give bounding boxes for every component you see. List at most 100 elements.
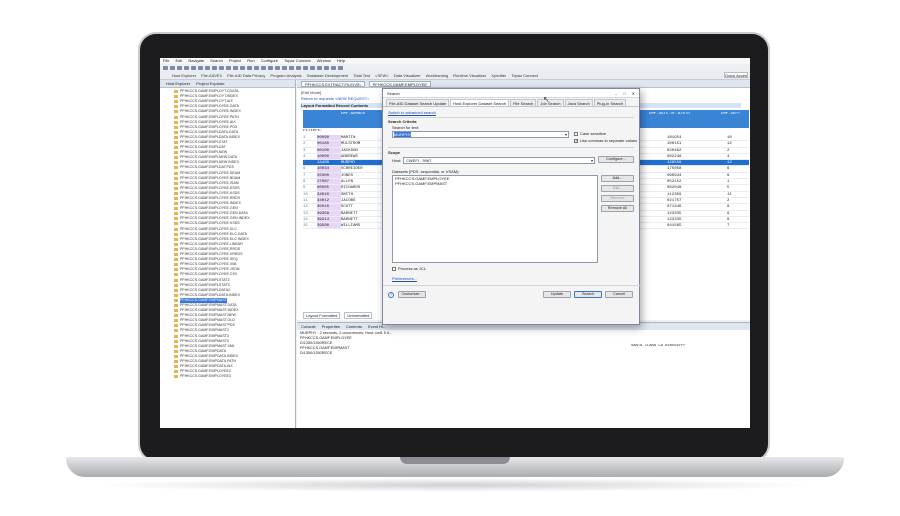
column-header[interactable]: EMP-NUMBER <box>341 112 365 117</box>
column-header[interactable]: EMP-DATE-OF-BIRTH <box>649 112 690 117</box>
add-button[interactable]: Add... <box>601 175 634 182</box>
toolbar-tool-icon[interactable] <box>226 65 231 70</box>
dataset-icon <box>174 370 178 374</box>
console-tab[interactable]: Contents <box>346 324 362 329</box>
table-cell: 062248 <box>667 154 682 159</box>
chevron-down-icon[interactable]: ▾ <box>565 132 567 137</box>
perspective-tab[interactable]: Workframing <box>426 73 449 78</box>
minimize-icon[interactable]: – <box>615 91 617 96</box>
toolbar-tool-icon[interactable] <box>338 65 343 70</box>
case-sensitive-checkbox[interactable] <box>574 132 578 136</box>
toolbar-tool-icon[interactable] <box>198 65 203 70</box>
configure-button[interactable]: Configure... <box>598 156 634 163</box>
process-jcl-checkbox[interactable] <box>392 267 396 271</box>
table-cell: BARNETT <box>341 217 358 222</box>
table-cell: 082048 <box>667 186 682 191</box>
left-tab[interactable]: Project Explorer <box>196 81 224 86</box>
toolbar-tool-icon[interactable] <box>324 65 329 70</box>
table-cell: 8 <box>727 205 730 210</box>
table-cell: WILLIAMS <box>341 224 361 229</box>
perspective-tab[interactable]: Runtime Visualizer <box>453 73 486 78</box>
dialog-tab[interactable]: File Search <box>510 99 537 106</box>
help-icon[interactable]: ? <box>388 292 394 298</box>
search-button[interactable]: Search <box>574 291 602 298</box>
toolbar-tool-icon[interactable] <box>191 65 196 70</box>
table-cell: 071346 <box>667 205 682 210</box>
toolbar-tool-icon[interactable] <box>275 65 280 70</box>
toolbar-tool-icon[interactable] <box>331 65 336 70</box>
toolbar-tool-icon[interactable] <box>289 65 294 70</box>
return-link[interactable]: Return to requests <NEW REQUEST> <box>301 96 369 101</box>
dataset-icon <box>174 212 178 216</box>
toolbar-tool-icon[interactable] <box>184 65 189 70</box>
customize-button[interactable]: Customize... <box>398 291 426 298</box>
toolbar-tool-icon[interactable] <box>163 65 168 70</box>
perspective-tab[interactable]: Database Development <box>307 73 349 78</box>
dialog-tab[interactable]: Job Search <box>537 99 564 106</box>
perspective-tab[interactable]: Data Visualizer <box>394 73 421 78</box>
dataset-icon <box>174 110 178 114</box>
editor-tab[interactable]: PFHKCCS.GAMF.EMPLOYEE <box>368 80 432 87</box>
dialog-tab[interactable]: File-AID Dataset Search Update <box>386 99 450 106</box>
toolbar-tool-icon[interactable] <box>219 65 224 70</box>
toolbar-tool-icon[interactable] <box>233 65 238 70</box>
table-cell: 126559 <box>667 161 682 166</box>
toolbar-tool-icon[interactable] <box>268 65 273 70</box>
dataset-icon <box>174 227 178 231</box>
toolbar-tool-icon[interactable] <box>254 65 259 70</box>
editor-tab[interactable]: PFHKCCS.EXTRACT.FILE(V5) <box>301 80 365 87</box>
toolbar-tool-icon[interactable] <box>261 65 266 70</box>
perspective-tab[interactable]: Xpediter <box>491 73 506 78</box>
toolbar-tool-icon[interactable] <box>247 65 252 70</box>
host-select[interactable]: CWEFI - 5967 ▾ <box>403 157 595 164</box>
table-cell: 00090 <box>317 135 341 141</box>
editor-bottom-tab[interactable]: Layout Formatted <box>303 312 341 319</box>
perspective-tab[interactable]: File-AID/EX <box>201 73 222 78</box>
toolbar-tool-icon[interactable] <box>296 65 301 70</box>
editor-bottom-tab[interactable]: Unformatted <box>344 312 373 319</box>
use-commas-checkbox[interactable] <box>574 138 578 143</box>
laptop-notch <box>400 457 510 464</box>
perspective-tab[interactable]: Topaz Connect <box>511 73 538 78</box>
remove-button[interactable]: Remove <box>601 195 634 202</box>
toolbar-tool-icon[interactable] <box>282 65 287 70</box>
toolbar-tool-icon[interactable] <box>177 65 182 70</box>
dialog-tab[interactable]: Java Search <box>564 99 593 106</box>
datasets-list[interactable]: PFHKCCS.GAMF.EMPLOYEE PFHKCCS.GAMF.EMPMAS… <box>392 175 598 263</box>
chevron-down-icon[interactable]: ▾ <box>591 158 593 163</box>
update-button[interactable]: Update <box>543 291 571 298</box>
toolbar-tool-icon[interactable] <box>240 65 245 70</box>
perspective-tab[interactable]: <SFW> <box>375 73 389 78</box>
perspective-tab[interactable]: Host Explorer <box>172 73 196 78</box>
dataset-icon <box>174 105 178 109</box>
perspective-tab[interactable]: File-AID Data Privacy <box>227 73 265 78</box>
toolbar-tool-icon[interactable] <box>205 65 210 70</box>
quick-access-input[interactable]: Quick Access <box>724 72 748 78</box>
remove-all-button[interactable]: Remove All <box>601 205 634 212</box>
dataset-icon <box>174 191 178 195</box>
dialog-tab[interactable]: Plug-in Search <box>593 99 627 106</box>
toolbar-tool-icon[interactable] <box>212 65 217 70</box>
toolbar-tool-icon[interactable] <box>170 65 175 70</box>
maximize-icon[interactable]: □ <box>623 91 625 96</box>
console-tab[interactable]: Console <box>301 324 316 329</box>
perspective-tab[interactable]: Total Test <box>353 73 370 78</box>
toolbar-tool-icon[interactable] <box>303 65 308 70</box>
dataset-list-item[interactable]: PFHKCCS.GAMF.EMPMAST <box>393 181 597 186</box>
tree-item[interactable]: PFHKCCS.GAMF.EMPLOYEE3 <box>174 374 295 379</box>
preferences-link[interactable]: Preferences... <box>392 276 417 281</box>
toolbar-tool-icon[interactable] <box>310 65 315 70</box>
table-cell: 7 <box>727 224 730 229</box>
perspective-tab[interactable]: Program Analysis <box>270 73 301 78</box>
close-icon[interactable]: ✕ <box>632 91 635 96</box>
search-text-input[interactable]: MURPHY ▾ <box>392 131 569 138</box>
dataset-icon <box>174 197 178 201</box>
cancel-button[interactable]: Cancel <box>605 291 633 298</box>
dialog-tab[interactable]: Host Explorer Dataset Search <box>450 99 510 106</box>
column-header[interactable]: EMP-DEPT <box>721 112 740 117</box>
console-tab[interactable]: Properties <box>322 324 340 329</box>
toolbar-tool-icon[interactable] <box>317 65 322 70</box>
edit-button[interactable]: Edit... <box>601 185 634 192</box>
switch-advanced-link[interactable]: Switch to advanced search <box>388 110 436 115</box>
left-tab[interactable]: Host Explorer <box>166 81 190 86</box>
